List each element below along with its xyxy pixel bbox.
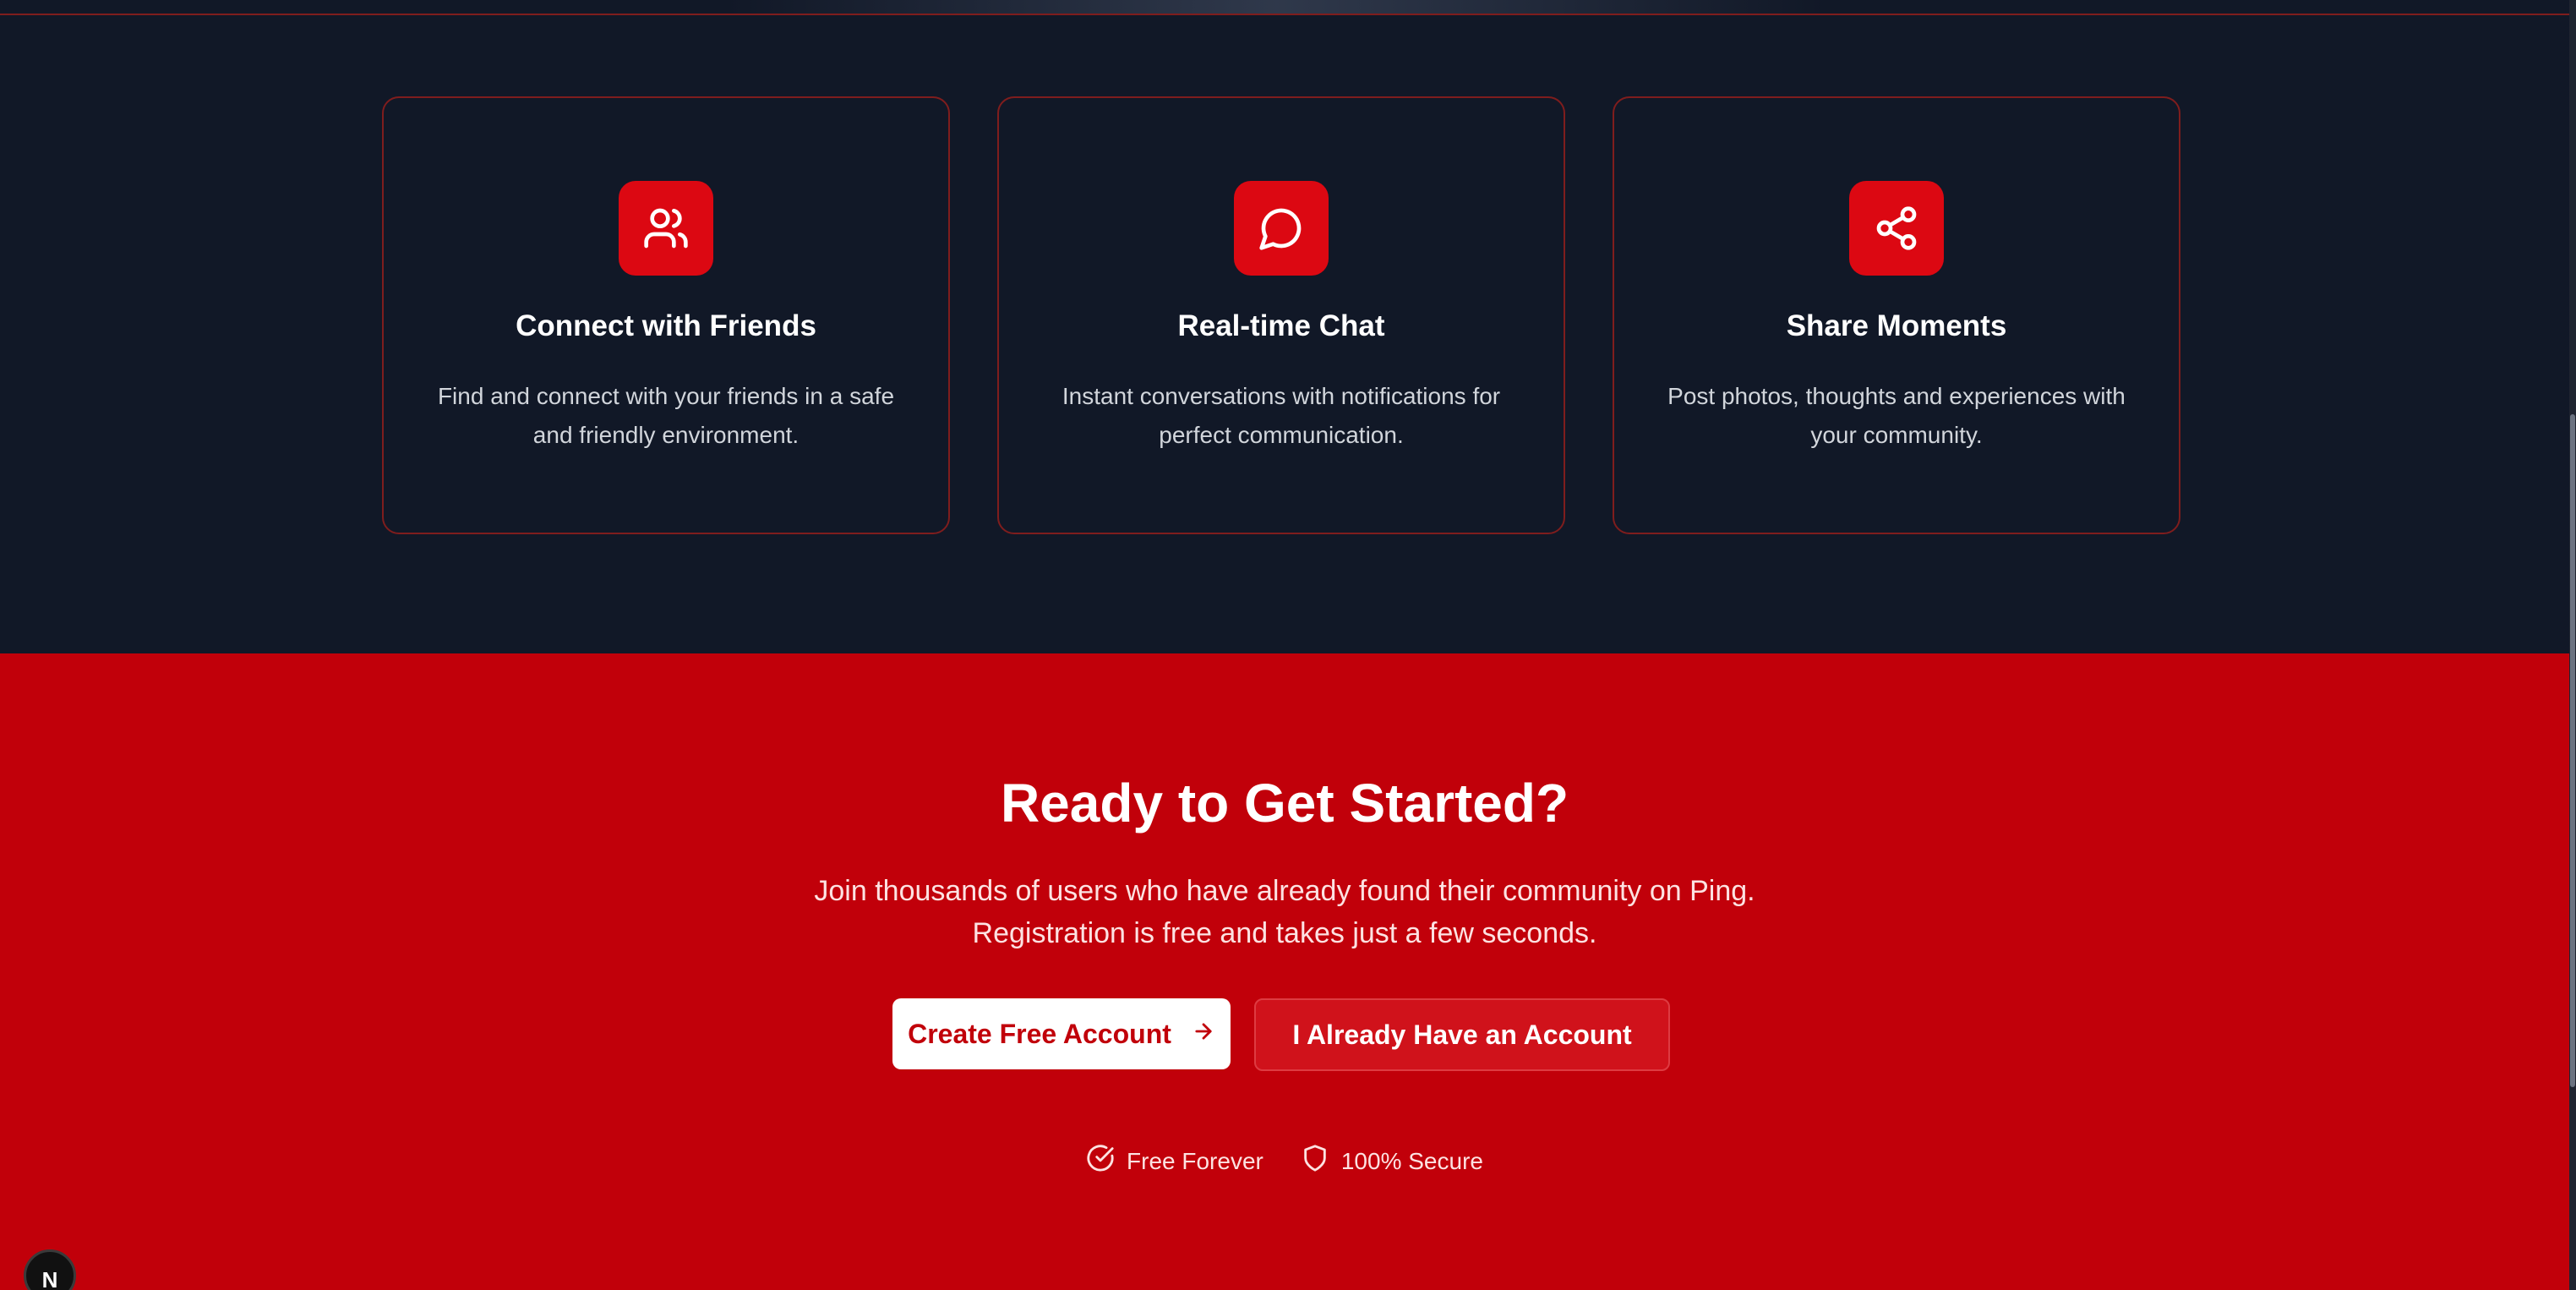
card-description-line: and friendly environment. [532, 422, 800, 448]
feature-card-chat: Real-time Chat Instant conversations wit… [997, 96, 1565, 534]
login-button[interactable]: I Already Have an Account [1254, 998, 1670, 1071]
trust-badges: Free Forever 100% Secure [0, 1144, 2569, 1178]
top-glow [727, 0, 1826, 14]
arrow-right-icon [1192, 1019, 1215, 1050]
badge-free-forever: Free Forever [1086, 1144, 1263, 1178]
cta-subtitle-line: Registration is free and takes just a fe… [972, 917, 1597, 949]
create-account-label: Create Free Account [908, 1018, 1171, 1049]
message-circle-icon [1234, 181, 1329, 276]
card-description: Post photos, thoughts and experiences wi… [1662, 377, 2131, 455]
card-description-line: Instant conversations with notifications… [1062, 383, 1501, 409]
circle-check-icon [1086, 1144, 1115, 1178]
scrollbar[interactable] [2569, 0, 2576, 1290]
cta-section: Ready to Get Started? Join thousands of … [0, 653, 2569, 1290]
card-title: Real-time Chat [1177, 309, 1385, 342]
cta-title: Ready to Get Started? [1000, 773, 1569, 834]
card-title: Share Moments [1786, 309, 2007, 342]
card-description-line: perfect communication. [1159, 422, 1404, 448]
feature-card-connect: Connect with Friends Find and connect wi… [382, 96, 950, 534]
badge-label: Free Forever [1127, 1147, 1263, 1174]
card-title: Connect with Friends [516, 309, 816, 342]
users-icon [619, 181, 713, 276]
login-label: I Already Have an Account [1292, 1019, 1632, 1050]
page: Connect with Friends Find and connect wi… [0, 0, 2569, 1290]
card-description-line: Find and connect with your friends in a … [437, 383, 895, 409]
cta-subtitle-line: Join thousands of users who have already… [814, 875, 1755, 907]
card-description-line: your community. [1810, 422, 1983, 448]
scrollbar-thumb[interactable] [2570, 414, 2575, 1087]
share-icon [1849, 181, 1944, 276]
cta-subtitle: Join thousands of users who have already… [0, 870, 2569, 954]
badge-label: 100% Secure [1340, 1147, 1483, 1174]
card-description: Instant conversations with notifications… [1046, 377, 1516, 455]
create-account-button[interactable]: Create Free Account [892, 998, 1231, 1069]
dev-tools-label: N [41, 1267, 58, 1290]
badge-secure: 100% Secure [1301, 1144, 1483, 1178]
card-description: Find and connect with your friends in a … [431, 377, 901, 455]
feature-card-share: Share Moments Post photos, thoughts and … [1613, 96, 2180, 534]
card-description-line: Post photos, thoughts and experiences wi… [1667, 383, 2126, 409]
shield-icon [1301, 1144, 1329, 1178]
features-section: Connect with Friends Find and connect wi… [0, 15, 2569, 653]
